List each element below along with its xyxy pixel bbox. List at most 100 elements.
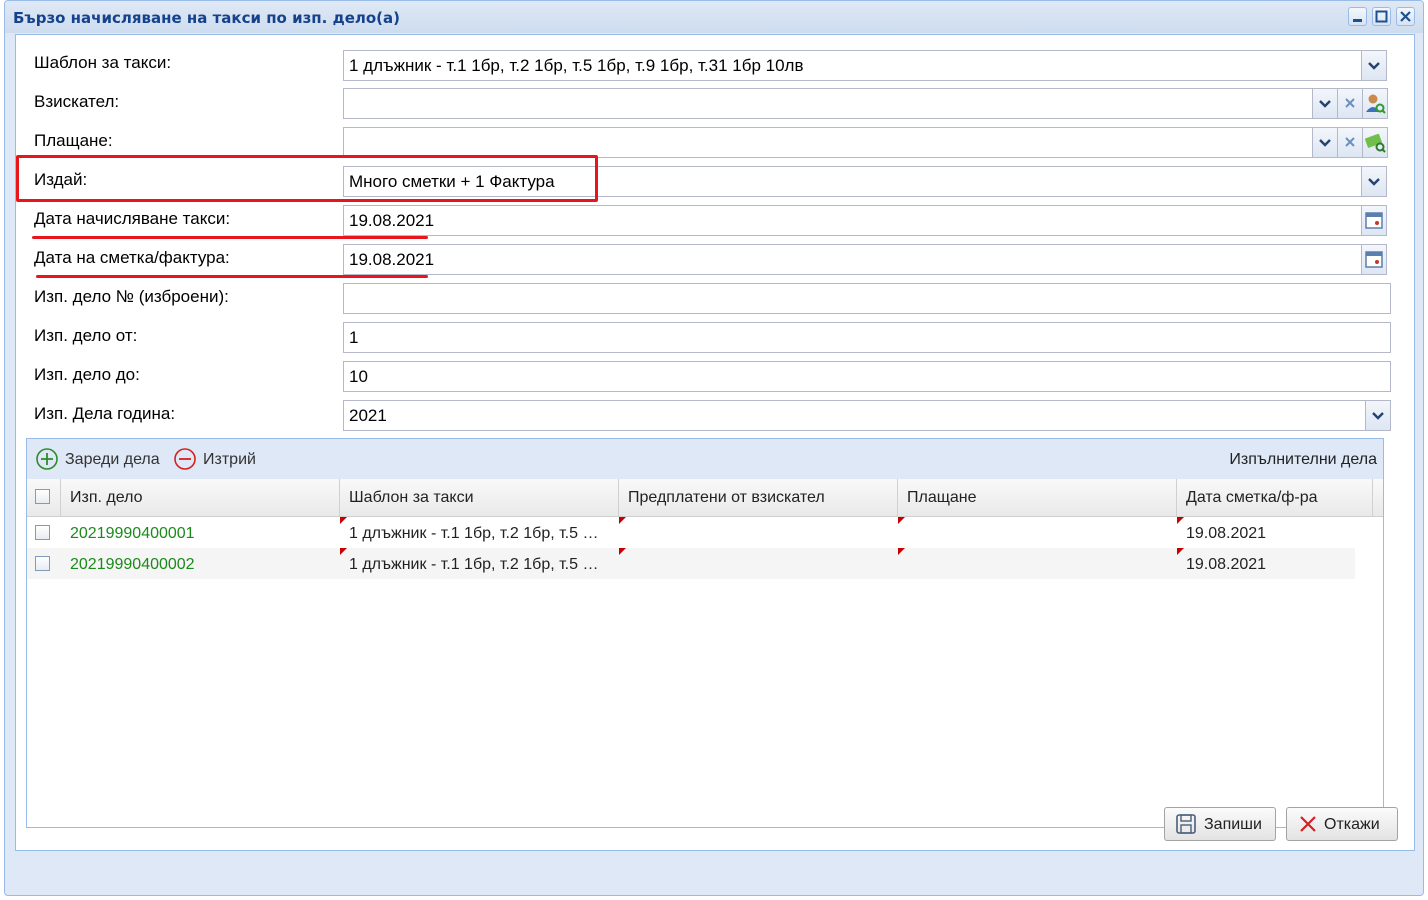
column-header-payment[interactable]: Плащане bbox=[898, 479, 1177, 516]
money-search-icon bbox=[1364, 133, 1386, 153]
user-search-icon bbox=[1366, 94, 1386, 114]
save-button[interactable]: Запиши bbox=[1164, 807, 1276, 841]
case-list-label: Изп. дело № (изброени): bbox=[34, 287, 229, 306]
case-list-field[interactable] bbox=[343, 283, 1391, 314]
dirty-marker bbox=[619, 517, 626, 524]
fee-date-value: 19.08.2021 bbox=[349, 211, 435, 230]
table-row[interactable]: 20219990400002 1 длъжник - т.1 1бр, т.2 … bbox=[27, 548, 1355, 579]
clear-x-icon bbox=[1345, 98, 1355, 108]
payment-dropdown-trigger[interactable] bbox=[1312, 127, 1338, 158]
close-icon bbox=[1400, 11, 1411, 22]
chevron-down-icon bbox=[1372, 412, 1384, 420]
column-header-prepaid[interactable]: Предплатени от взискател bbox=[619, 479, 898, 516]
maximize-button[interactable] bbox=[1372, 7, 1391, 26]
dirty-marker bbox=[340, 548, 347, 555]
grid-toolbar: Зареди дела Изтрий Изпълнителни дела bbox=[27, 439, 1383, 479]
case-number-link[interactable]: 20219990400002 bbox=[61, 548, 340, 579]
dirty-marker bbox=[1177, 548, 1184, 555]
payment-combo[interactable] bbox=[343, 127, 1313, 158]
template-combo[interactable]: 1 длъжник - т.1 1бр, т.2 1бр, т.5 1бр, т… bbox=[343, 50, 1387, 81]
invoice-date-field[interactable]: 19.08.2021 bbox=[343, 244, 1387, 275]
highlight-box bbox=[16, 155, 598, 202]
highlight-underline bbox=[36, 275, 428, 278]
invoice-date-label: Дата на сметка/фактура: bbox=[34, 248, 230, 267]
prepaid-cell[interactable] bbox=[619, 548, 898, 579]
invoice-date-cell-text: 19.08.2021 bbox=[1186, 556, 1267, 573]
claimant-label: Взискател: bbox=[34, 92, 120, 111]
add-circle-icon bbox=[36, 448, 58, 470]
remove-circle-icon bbox=[174, 448, 196, 470]
save-icon bbox=[1176, 814, 1196, 834]
cases-grid: Зареди дела Изтрий Изпълнителни дела Изп… bbox=[26, 438, 1384, 828]
cancel-button[interactable]: Откажи bbox=[1286, 807, 1398, 841]
invoice-date-picker-trigger[interactable] bbox=[1361, 245, 1386, 274]
table-row[interactable]: 20219990400001 1 длъжник - т.1 1бр, т.2 … bbox=[27, 517, 1355, 548]
claimant-clear-trigger[interactable] bbox=[1337, 88, 1363, 119]
maximize-icon bbox=[1375, 10, 1388, 23]
prepaid-cell[interactable] bbox=[619, 517, 898, 548]
dialog-title: Бързо начисляване на такси по изп. дело(… bbox=[13, 9, 401, 27]
row-checkbox[interactable] bbox=[35, 556, 50, 571]
issue-dropdown-trigger[interactable] bbox=[1361, 167, 1386, 196]
column-header-case[interactable]: Изп. дело bbox=[61, 479, 340, 516]
case-from-value: 1 bbox=[349, 328, 359, 347]
delete-button[interactable]: Изтрий bbox=[173, 447, 273, 473]
payment-cell[interactable] bbox=[898, 517, 1177, 548]
cancel-label: Откажи bbox=[1324, 816, 1380, 833]
invoice-date-cell[interactable]: 19.08.2021 bbox=[1177, 548, 1355, 579]
highlight-underline bbox=[32, 236, 428, 239]
dirty-marker bbox=[619, 548, 626, 555]
template-cell[interactable]: 1 длъжник - т.1 1бр, т.2 1бр, т.5 … bbox=[340, 517, 619, 548]
template-dropdown-trigger[interactable] bbox=[1361, 51, 1386, 80]
save-label: Запиши bbox=[1204, 816, 1262, 833]
template-label: Шаблон за такси: bbox=[34, 53, 172, 72]
load-cases-label: Зареди дела bbox=[65, 451, 160, 468]
claimant-combo[interactable] bbox=[343, 88, 1313, 119]
case-year-value: 2021 bbox=[349, 406, 387, 425]
case-year-dropdown-trigger[interactable] bbox=[1365, 401, 1390, 430]
select-all-checkbox[interactable] bbox=[35, 489, 50, 504]
case-year-combo[interactable]: 2021 bbox=[343, 400, 1391, 431]
dirty-marker bbox=[1177, 517, 1184, 524]
header-select-all-cell bbox=[27, 479, 61, 516]
dialog-window: Бързо начисляване на такси по изп. дело(… bbox=[4, 0, 1424, 896]
calendar-icon bbox=[1365, 251, 1383, 268]
chevron-down-icon bbox=[1368, 62, 1380, 70]
close-button[interactable] bbox=[1396, 7, 1415, 26]
claimant-lookup-trigger[interactable] bbox=[1362, 88, 1388, 119]
fee-date-picker-trigger[interactable] bbox=[1361, 206, 1386, 235]
case-from-field[interactable]: 1 bbox=[343, 322, 1391, 353]
case-to-label: Изп. дело до: bbox=[34, 365, 140, 384]
close-x-icon bbox=[1300, 816, 1316, 832]
case-to-field[interactable]: 10 bbox=[343, 361, 1391, 392]
minimize-button[interactable] bbox=[1348, 7, 1367, 26]
payment-cell[interactable] bbox=[898, 548, 1177, 579]
clear-x-icon bbox=[1345, 137, 1355, 147]
payment-clear-trigger[interactable] bbox=[1337, 127, 1363, 158]
case-to-value: 10 bbox=[349, 367, 368, 386]
dialog-body: Шаблон за такси: 1 длъжник - т.1 1бр, т.… bbox=[15, 34, 1415, 851]
minimize-icon bbox=[1353, 19, 1362, 22]
payment-lookup-trigger[interactable] bbox=[1362, 127, 1388, 158]
template-value: 1 длъжник - т.1 1бр, т.2 1бр, т.5 1бр, т… bbox=[349, 56, 804, 75]
case-number-link[interactable]: 20219990400001 bbox=[61, 517, 340, 548]
grid-header: Изп. дело Шаблон за такси Предплатени от… bbox=[27, 479, 1383, 517]
claimant-dropdown-trigger[interactable] bbox=[1312, 88, 1338, 119]
delete-label: Изтрий bbox=[203, 451, 256, 468]
chevron-down-icon bbox=[1368, 178, 1380, 186]
column-header-template[interactable]: Шаблон за такси bbox=[340, 479, 619, 516]
template-cell-text: 1 длъжник - т.1 1бр, т.2 1бр, т.5 … bbox=[349, 525, 599, 542]
fee-date-label: Дата начисляване такси: bbox=[34, 209, 231, 228]
dirty-marker bbox=[898, 517, 905, 524]
column-header-invoice-date[interactable]: Дата сметка/ф-ра bbox=[1177, 479, 1373, 516]
template-cell[interactable]: 1 длъжник - т.1 1бр, т.2 1бр, т.5 … bbox=[340, 548, 619, 579]
invoice-date-cell[interactable]: 19.08.2021 bbox=[1177, 517, 1355, 548]
dirty-marker bbox=[898, 548, 905, 555]
invoice-date-cell-text: 19.08.2021 bbox=[1186, 525, 1267, 542]
dialog-titlebar[interactable]: Бързо начисляване на такси по изп. дело(… bbox=[5, 1, 1423, 33]
invoice-date-value: 19.08.2021 bbox=[349, 250, 435, 269]
case-year-label: Изп. Дела година: bbox=[34, 404, 176, 423]
fee-date-field[interactable]: 19.08.2021 bbox=[343, 205, 1387, 236]
row-checkbox[interactable] bbox=[35, 525, 50, 540]
chevron-down-icon bbox=[1319, 139, 1331, 147]
